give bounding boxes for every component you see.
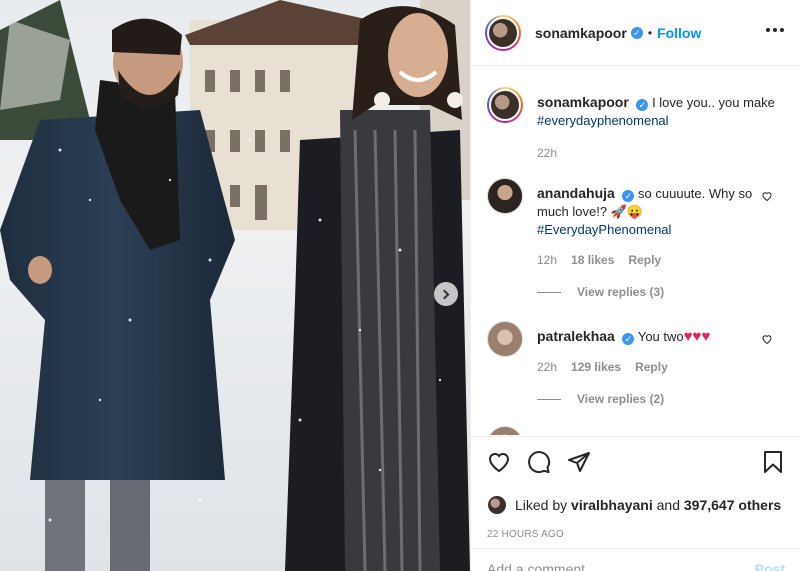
comment-item: patralekhaa ✓ You two♥♥♥ 22h 129 likes R… [471,321,800,376]
verified-badge-icon: ✓ [630,26,643,39]
add-comment-bar: Post [471,548,800,571]
heart-icon[interactable] [487,450,511,474]
comment-icon[interactable] [527,450,551,474]
photo-image [0,0,470,571]
commenter-avatar[interactable] [487,321,523,357]
heart-emoji-icon: ♥ [647,433,656,435]
likes-summary: Liked by viralbhayani and 397,647 others [487,495,785,515]
post-sidebar: sonamkapoor ✓ • Follow sonamkapoor ✓ I l… [470,0,800,571]
post-comment-button[interactable]: Post [755,561,785,571]
view-replies-button[interactable]: View replies (2) [537,392,800,406]
liker-username[interactable]: viralbhayani [571,497,653,513]
reply-button[interactable]: Reply [628,251,661,269]
replies-divider [537,398,561,400]
comment-emoji: 🚀😛 [610,204,644,219]
verified-badge-icon: ✓ [636,99,649,111]
liked-and: and [656,497,680,513]
caption-hashtag[interactable]: #everydayphenomenal [537,113,669,128]
liker-avatar[interactable] [487,495,507,515]
commenter-avatar[interactable] [487,178,523,214]
more-options-icon[interactable] [766,28,784,32]
comments-list[interactable]: sonamkapoor ✓ I love you.. you make #eve… [471,67,800,435]
comment-item: arpita_mehta ✓ ♥ [471,426,800,435]
view-replies-button[interactable]: View replies (3) [537,285,800,299]
likes-count[interactable]: 397,647 others [684,497,781,513]
post-header: sonamkapoor ✓ • Follow [471,0,800,66]
liked-by-prefix: Liked by [515,497,568,513]
verified-badge-icon: ✓ [622,190,635,202]
author-avatar-small[interactable] [487,87,523,123]
comment-text: You two [637,329,684,344]
comment-likes[interactable]: 129 likes [571,358,621,376]
separator-dot: • [647,25,653,40]
bookmark-icon[interactable] [761,450,785,474]
replies-divider [537,291,561,293]
chevron-right-icon [439,289,450,299]
carousel-next-button[interactable] [434,282,458,306]
commenter-avatar[interactable] [487,426,523,435]
verified-badge-icon: ✓ [622,333,635,345]
comment-username[interactable]: anandahuja [537,185,615,201]
comment-time[interactable]: 22h [537,358,557,376]
post-photo[interactable] [0,0,470,571]
comment-username[interactable]: arpita_mehta [537,433,624,435]
heart-emoji-icon: ♥♥♥ [683,328,711,345]
post-actions: Liked by viralbhayani and 397,647 others… [471,436,800,540]
add-comment-input[interactable] [487,560,755,571]
follow-button[interactable]: Follow [657,25,701,41]
reply-button[interactable]: Reply [635,358,668,376]
comment-time[interactable]: 12h [537,251,557,269]
caption-username[interactable]: sonamkapoor [537,94,629,110]
comment-like-heart-icon[interactable] [761,333,773,345]
share-icon[interactable] [567,450,591,474]
comment-likes[interactable]: 18 likes [571,251,614,269]
author-avatar[interactable] [485,14,521,51]
author-username[interactable]: sonamkapoor [535,25,627,41]
view-replies-label: View replies (2) [577,392,665,406]
caption-time[interactable]: 22h [537,144,557,162]
comment-username[interactable]: patralekhaa [537,328,615,344]
post-timestamp[interactable]: 22 HOURS AGO [487,529,785,540]
comment-item: anandahuja ✓ so cuuuute. Why so much lov… [471,178,800,269]
comment-hashtag[interactable]: #EverydayPhenomenal [537,222,671,237]
caption: sonamkapoor ✓ I love you.. you make #eve… [471,87,800,162]
view-replies-label: View replies (3) [577,285,665,299]
caption-text: I love you.. you make [652,95,775,110]
comment-like-heart-icon[interactable] [761,190,773,202]
